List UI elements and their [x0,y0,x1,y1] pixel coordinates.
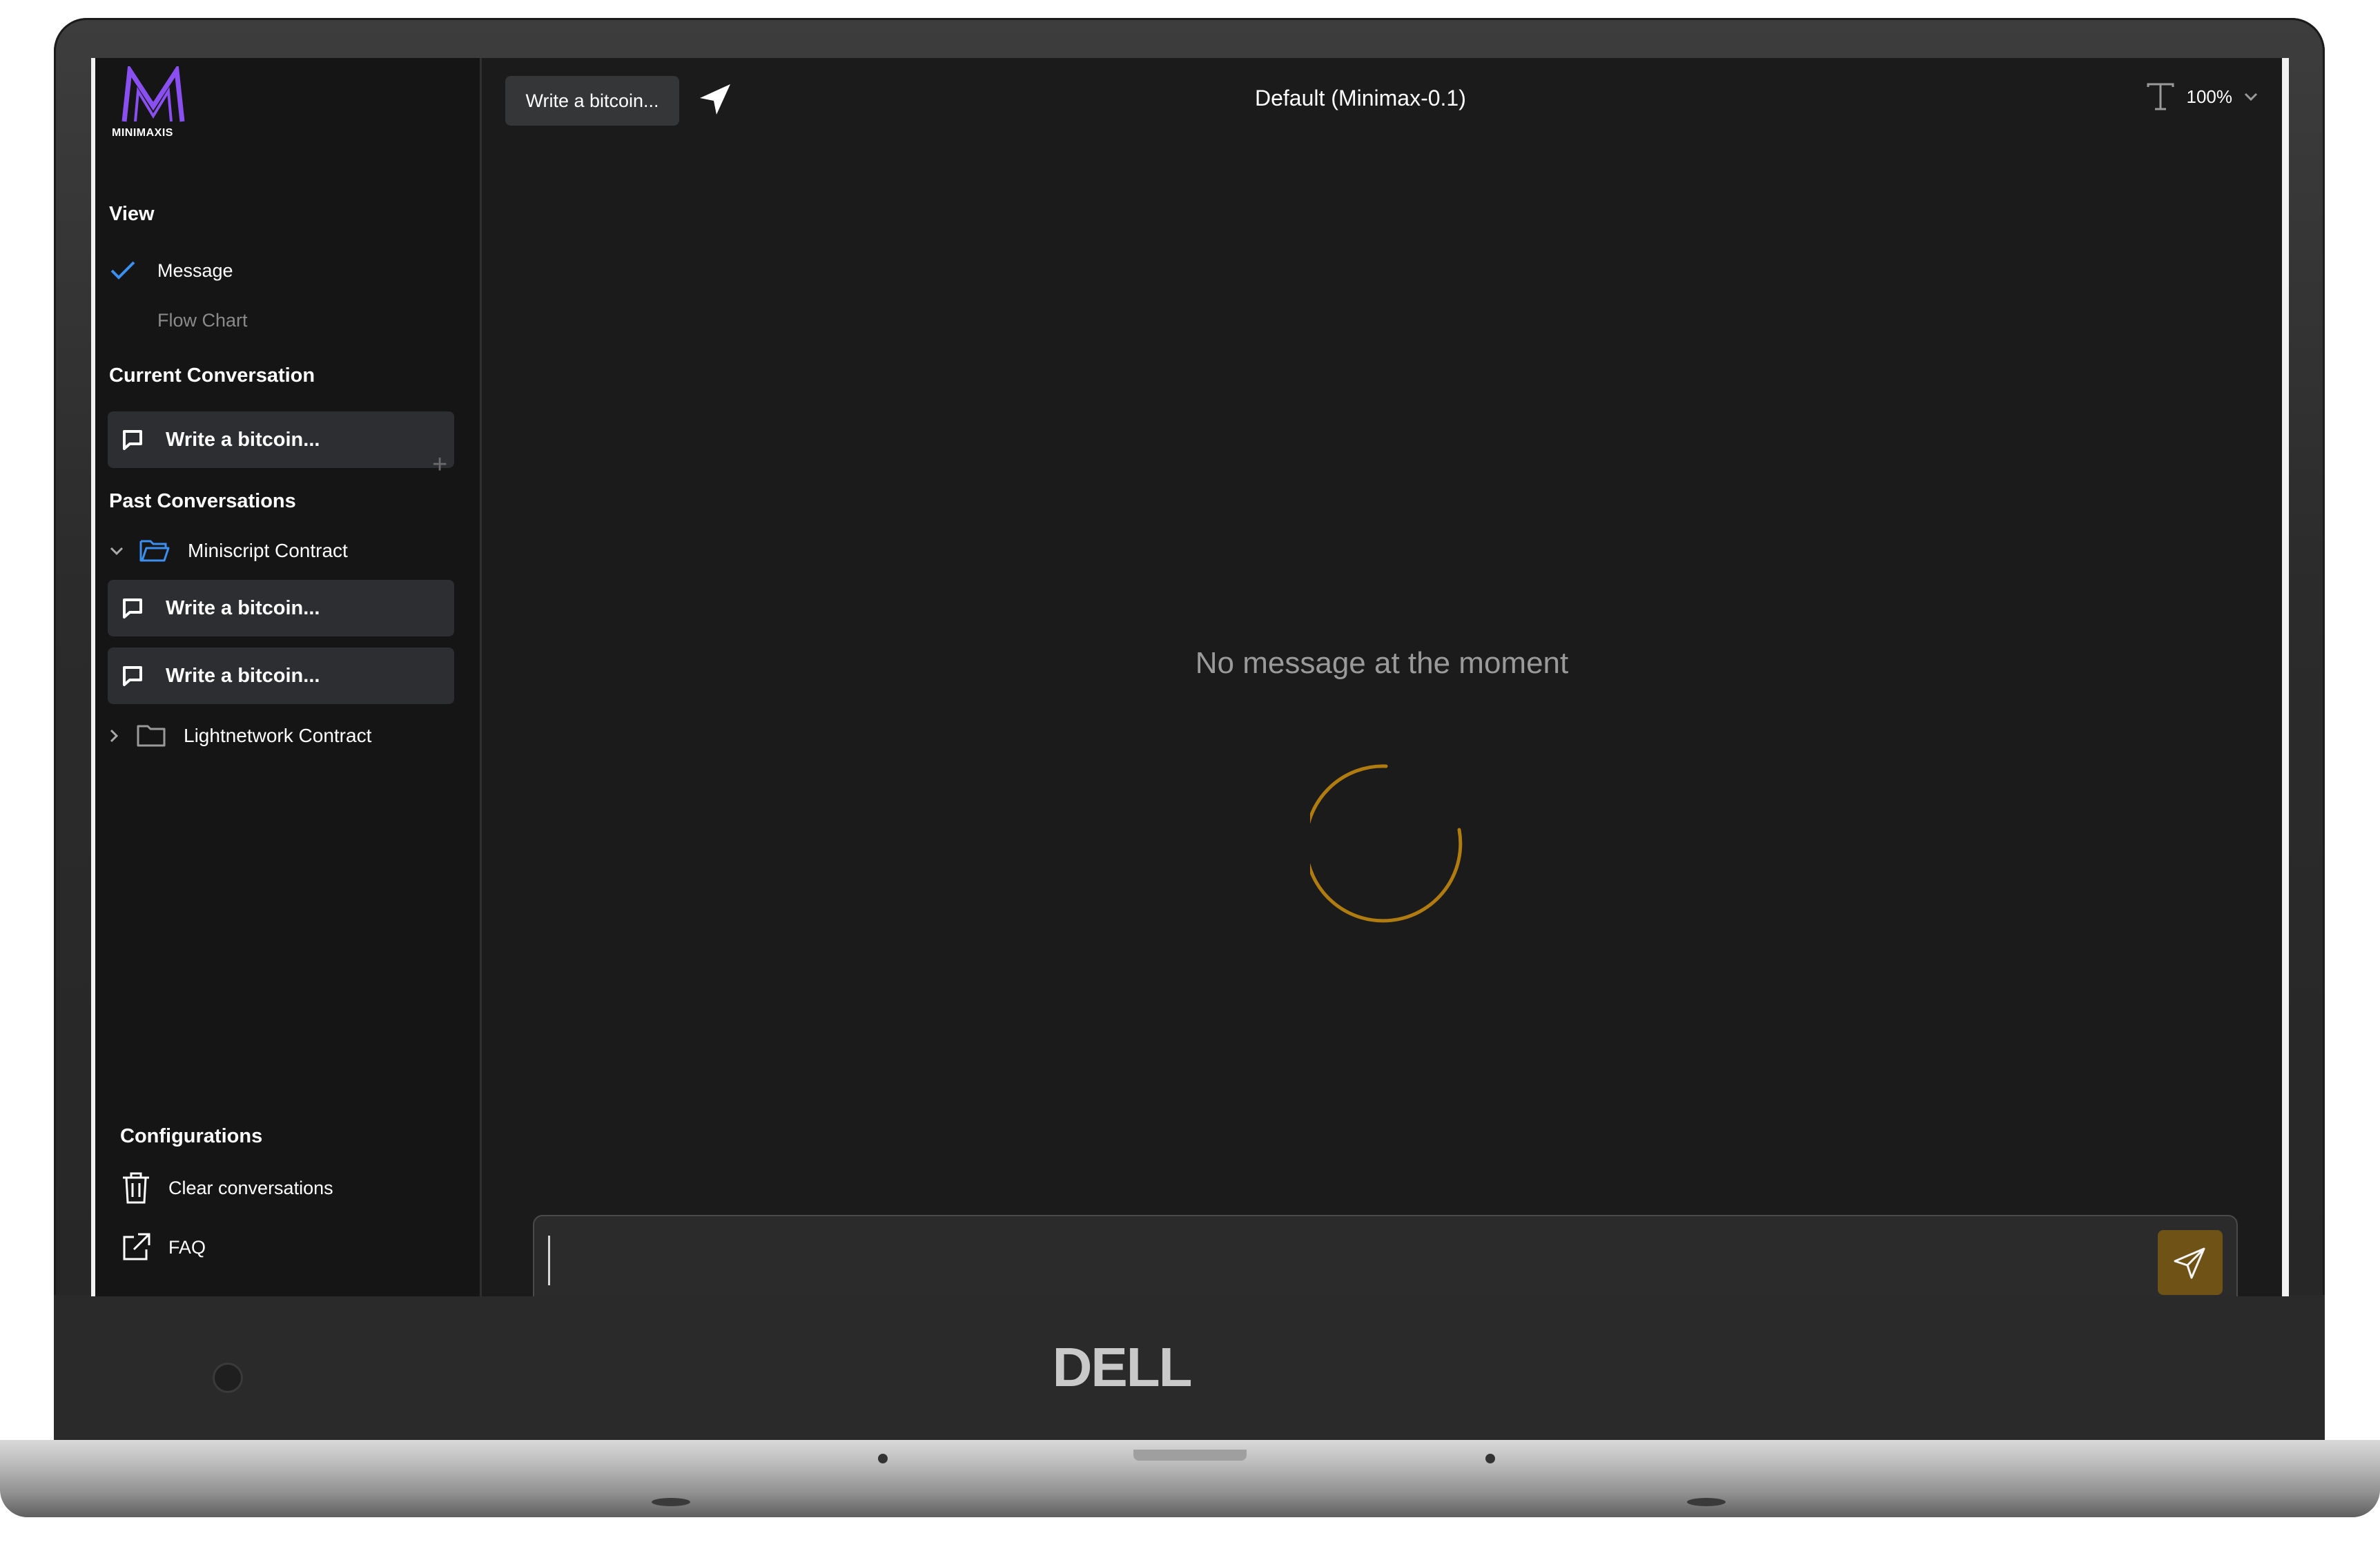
conversation-label: Write a bitcoin... [166,664,320,687]
message-input-bar[interactable] [533,1215,2238,1296]
base-notch [1133,1450,1247,1461]
check-icon [109,257,144,284]
brand-logo: DELL [1052,1336,1193,1398]
navigation-arrow-icon[interactable] [696,80,734,119]
app-window: MINIMAXIS View Message Flow Chart Curren… [91,58,2289,1296]
laptop-foot [1687,1498,1726,1506]
hinge-dot [1485,1454,1495,1463]
zoom-control[interactable]: 100% [2144,80,2261,113]
text-size-icon [2147,83,2174,110]
external-link-icon [123,1233,150,1260]
laptop-foot [652,1498,690,1506]
chevron-right-icon [110,729,119,743]
current-conversation-title: Current Conversation [109,364,315,387]
chat-bubble-icon [123,666,142,686]
loading-spinner-icon [1310,764,1463,923]
new-conversation-plus-icon[interactable]: + [432,451,447,478]
past-conversations-title: Past Conversations [109,490,296,512]
model-title[interactable]: Default (Minimax-0.1) [1255,86,1466,111]
sidebar: MINIMAXIS View Message Flow Chart Curren… [95,58,482,1296]
conversation-chip[interactable]: Write a bitcoin... [505,76,679,126]
folder-icon [137,725,166,747]
trash-icon [123,1172,149,1204]
view-section-title: View [109,203,155,225]
current-conversation-item[interactable]: Write a bitcoin... [108,411,454,468]
folder-miniscript-contract[interactable]: Miniscript Contract [108,537,348,565]
view-item-label: Flow Chart [157,309,248,331]
past-conversation-item[interactable]: Write a bitcoin... [108,580,454,636]
send-button[interactable] [2158,1230,2223,1295]
chevron-down-icon [2244,92,2258,101]
hinge-dot [878,1454,888,1463]
conversation-label: Write a bitcoin... [166,596,320,619]
config-label: FAQ [168,1236,206,1258]
empty-state-message: No message at the moment [1195,646,1569,680]
chat-bubble-icon [123,430,142,450]
chat-bubble-icon [123,598,142,618]
view-item-label: Message [157,260,233,281]
view-item-message[interactable]: Message [109,257,233,284]
conversation-label: Write a bitcoin... [166,428,320,451]
chevron-down-icon [110,547,124,556]
text-caret [548,1236,550,1285]
view-item-flow-chart[interactable]: Flow Chart [109,306,248,334]
config-label: Clear conversations [168,1177,333,1198]
configurations-title: Configurations [120,1125,263,1147]
past-conversation-item[interactable]: Write a bitcoin... [108,647,454,704]
zoom-value: 100% [2186,86,2233,107]
faq-link[interactable]: FAQ [120,1231,206,1263]
folder-lightnetwork-contract[interactable]: Lightnetwork Contract [105,722,371,750]
main-panel: Write a bitcoin... Default (Minimax-0.1)… [482,58,2282,1296]
folder-name: Lightnetwork Contract [184,725,372,746]
minimaxis-logo-icon [121,66,185,122]
logo-text: MINIMAXIS [112,127,173,139]
folder-open-icon [139,540,170,562]
webcam [213,1363,243,1393]
send-icon [2174,1247,2205,1279]
clear-conversations-button[interactable]: Clear conversations [120,1171,333,1205]
app-logo[interactable]: MINIMAXIS [112,66,195,139]
folder-name: Miniscript Contract [188,540,348,561]
